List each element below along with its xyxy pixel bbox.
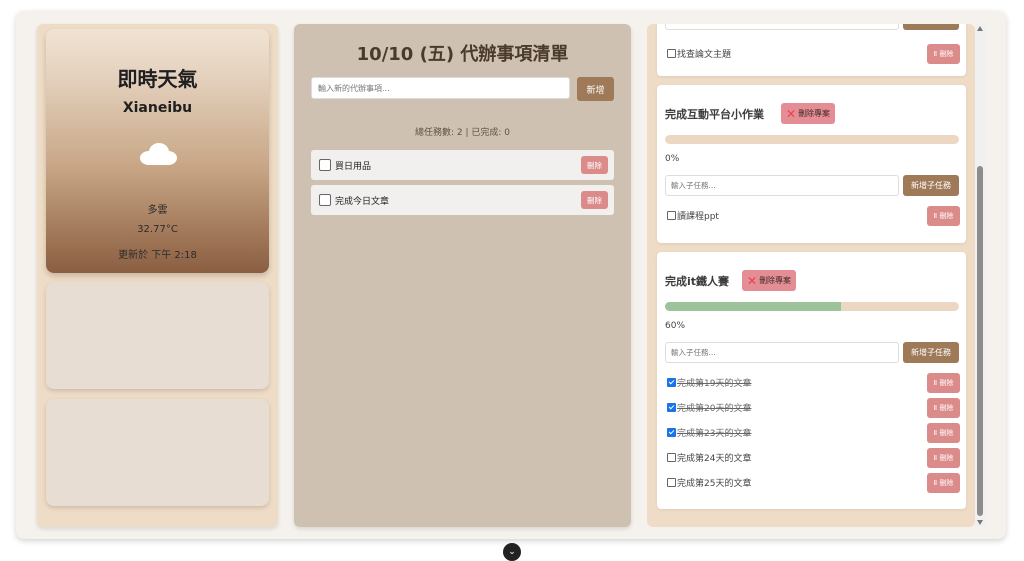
subtask-label: 找查論文主題 — [677, 50, 732, 60]
close-icon: ✕ — [747, 273, 758, 288]
subtask-label: 完成第24天的文章 — [677, 454, 752, 464]
todo-panel: 10/10 (五) 代辦事項清單 新增 總任務數: 2 | 已完成: 0 買日用… — [294, 24, 631, 527]
chevron-down-icon[interactable]: ⌄ — [503, 543, 521, 561]
subtask-checkbox[interactable] — [667, 49, 676, 58]
subtask-checkbox[interactable] — [667, 211, 676, 220]
empty-card — [46, 282, 269, 389]
subtask-label: 完成第25天的文章 — [677, 479, 752, 489]
add-todo-button[interactable]: 新增 — [577, 77, 614, 101]
delete-subtask-button[interactable]: Ⅱ 刪除 — [927, 473, 960, 493]
weather-title: 即時天氣 — [117, 67, 198, 91]
delete-subtask-button[interactable]: Ⅱ 刪除 — [927, 423, 960, 443]
progress-fill — [665, 302, 842, 311]
todo-item: 買日用品 刪除 — [311, 150, 614, 180]
add-subtask-button[interactable]: 新增子任務 — [903, 342, 959, 363]
delete-project-button[interactable]: ✕ 刪除專案 — [742, 270, 797, 291]
subtask-label: 完成第20天的文章 — [677, 404, 752, 414]
add-subtask-button[interactable]: 新增子任務 — [903, 175, 959, 196]
scroll-up-icon[interactable] — [977, 26, 983, 31]
progress-percent: 0% — [665, 154, 680, 164]
subtask-item: 完成第24天的文章 Ⅱ 刪除 — [667, 448, 960, 468]
close-icon: ✕ — [786, 106, 797, 121]
subtask-label: 完成第19天的文章 — [677, 379, 752, 389]
delete-subtask-button[interactable]: Ⅱ 刪除 — [927, 373, 960, 393]
delete-project-button[interactable]: ✕ 刪除專案 — [781, 103, 836, 124]
progress-percent: 60% — [665, 321, 686, 331]
subtask-item: 找查論文主題 Ⅱ 刪除 — [667, 44, 960, 64]
subtask-checkbox[interactable] — [667, 453, 676, 462]
weather-card: 即時天氣 Xianeibu 多雲 32.77°C 更新於 下午 2:18 — [46, 29, 269, 273]
project-title: 完成it鐵人賽 — [665, 275, 730, 288]
weather-temperature: 32.77°C — [137, 224, 178, 235]
project-card: 找查論文主題 Ⅱ 刪除 — [657, 24, 966, 76]
subtask-item: 完成第20天的文章 Ⅱ 刪除 — [667, 398, 960, 418]
subtask-checkbox[interactable] — [667, 428, 676, 437]
new-todo-input[interactable] — [311, 77, 570, 99]
weather-updated-time: 更新於 下午 2:18 — [118, 250, 197, 261]
subtask-item: 讀課程ppt Ⅱ 刪除 — [667, 206, 960, 226]
delete-todo-button[interactable]: 刪除 — [581, 191, 608, 209]
progress-bar — [665, 302, 959, 311]
project-card: 完成it鐵人賽 ✕ 刪除專案 60% 新增子任務 完成第19天的文章 Ⅱ 刪除 … — [657, 252, 966, 509]
projects-scrollbar[interactable] — [975, 24, 986, 527]
todo-item-label: 買日用品 — [335, 162, 372, 172]
subtask-label: 讀課程ppt — [677, 212, 719, 222]
scroll-down-icon[interactable] — [977, 520, 983, 525]
scrollbar-thumb[interactable] — [977, 166, 983, 516]
cloud-icon — [140, 143, 177, 165]
weather-description: 多雲 — [147, 205, 168, 216]
project-title: 完成互動平台小作業 — [665, 108, 764, 121]
weather-city: Xianeibu — [122, 100, 193, 116]
todo-checkbox[interactable] — [319, 194, 331, 206]
project-card: 完成互動平台小作業 ✕ 刪除專案 0% 新增子任務 讀課程ppt Ⅱ 刪除 — [657, 85, 966, 243]
add-subtask-button[interactable] — [903, 24, 959, 30]
subtask-checkbox[interactable] — [667, 378, 676, 387]
delete-subtask-button[interactable]: Ⅱ 刪除 — [927, 448, 960, 468]
todo-stats: 總任務數: 2 | 已完成: 0 — [415, 128, 510, 138]
subtask-label: 完成第23天的文章 — [677, 429, 752, 439]
delete-subtask-button[interactable]: Ⅱ 刪除 — [927, 44, 960, 64]
todo-item: 完成今日文章 刪除 — [311, 185, 614, 215]
subtask-item: 完成第19天的文章 Ⅱ 刪除 — [667, 373, 960, 393]
subtask-input[interactable] — [665, 342, 899, 363]
subtask-item: 完成第25天的文章 Ⅱ 刪除 — [667, 473, 960, 493]
subtask-input[interactable] — [665, 24, 899, 30]
subtask-checkbox[interactable] — [667, 478, 676, 487]
projects-panel: 找查論文主題 Ⅱ 刪除 完成互動平台小作業 ✕ 刪除專案 0% 新增子任務 讀課… — [647, 24, 975, 527]
todo-title: 10/10 (五) 代辦事項清單 — [356, 44, 569, 65]
subtask-checkbox[interactable] — [667, 403, 676, 412]
subtask-item: 完成第23天的文章 Ⅱ 刪除 — [667, 423, 960, 443]
empty-card — [46, 399, 269, 506]
progress-bar — [665, 135, 959, 144]
subtask-input[interactable] — [665, 175, 899, 196]
delete-subtask-button[interactable]: Ⅱ 刪除 — [927, 398, 960, 418]
delete-subtask-button[interactable]: Ⅱ 刪除 — [927, 206, 960, 226]
todo-checkbox[interactable] — [319, 159, 331, 171]
todo-item-label: 完成今日文章 — [335, 197, 390, 207]
delete-todo-button[interactable]: 刪除 — [581, 156, 608, 174]
left-column: 即時天氣 Xianeibu 多雲 32.77°C 更新於 下午 2:18 — [37, 24, 278, 527]
